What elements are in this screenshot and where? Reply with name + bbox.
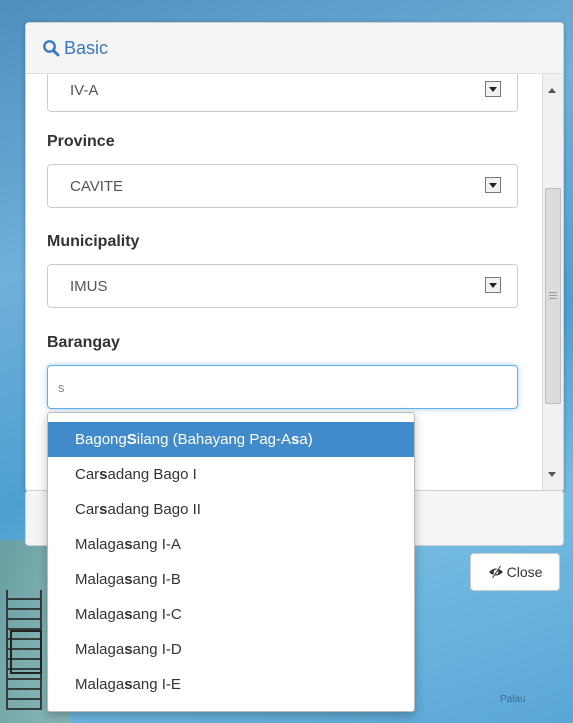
map-grid-box <box>10 630 42 674</box>
suggestion-text-post: adang Bago II <box>107 501 201 518</box>
suggestion-item[interactable]: Malaga s ang I-C <box>48 597 414 632</box>
suggestion-item[interactable]: Malaga s ang I-D <box>48 632 414 667</box>
suggestion-text-pre: Malaga <box>75 536 125 553</box>
suggestion-text-post: ilang (Bahayang Pag-A <box>136 431 292 448</box>
suggestion-text-pre: Car <box>75 466 100 483</box>
suggestion-text-pre: Malaga <box>75 571 125 588</box>
chevron-down-icon[interactable] <box>485 177 501 193</box>
panel-title: Basic <box>64 37 109 58</box>
barangay-input[interactable]: s <box>47 365 518 409</box>
grip-icon <box>549 291 557 299</box>
suggestion-item[interactable]: Car s adang Bago II <box>48 492 414 527</box>
chevron-down-icon[interactable] <box>485 277 501 293</box>
panel-header[interactable]: Basic <box>26 23 563 74</box>
suggestion-text-match: S <box>126 431 137 448</box>
province-select[interactable]: CAVITE <box>47 164 518 208</box>
municipality-select[interactable]: IMUS <box>47 264 518 308</box>
municipality-value: IMUS <box>70 277 108 295</box>
suggestion-text-match: s <box>291 431 300 448</box>
scrollbar-thumb[interactable] <box>545 188 561 404</box>
suggestion-text-pre: Bagong <box>75 431 127 448</box>
province-value: CAVITE <box>70 177 124 195</box>
municipality-label: Municipality <box>47 233 140 250</box>
province-group: Province CAVITE <box>47 133 518 208</box>
region-select[interactable]: IV-A <box>47 74 518 112</box>
scroll-up-icon[interactable] <box>548 88 556 93</box>
panel-scrollbar[interactable] <box>542 74 563 491</box>
barangay-suggestions: Bagong Silang (Bahayang Pag-A s a) Car s ada… <box>47 412 415 712</box>
suggestion-text-match: s <box>124 676 133 693</box>
region-value: IV-A <box>70 81 99 99</box>
suggestion-text-pre: Malaga <box>75 641 125 658</box>
suggestion-text-post: ang I-C <box>132 606 182 623</box>
province-label: Province <box>47 133 115 150</box>
suggestion-item[interactable]: Bagong Silang (Bahayang Pag-A s a) <box>48 422 414 457</box>
barangay-label: Barangay <box>47 334 120 351</box>
suggestion-text-match: s <box>124 606 133 623</box>
suggestion-text-match: s <box>124 536 133 553</box>
scroll-down-icon[interactable] <box>548 472 556 477</box>
close-button-label: Close <box>506 564 543 580</box>
suggestion-text-match: s <box>124 641 133 658</box>
map-place-label: Palau <box>500 694 526 705</box>
barangay-group: Barangay s <box>47 334 518 409</box>
suggestion-text-post: ang I-D <box>132 641 182 658</box>
suggestion-text-post: adang Bago I <box>107 466 197 483</box>
chevron-down-icon[interactable] <box>485 81 501 97</box>
barangay-input-value: s <box>58 379 65 395</box>
suggestion-item[interactable]: Malaga s ang I-A <box>48 527 414 562</box>
suggestion-text-post: a) <box>299 431 313 448</box>
suggestion-text-match: s <box>124 571 133 588</box>
eye-slash-icon <box>488 566 504 578</box>
region-group: IV-A <box>47 74 518 112</box>
close-button[interactable]: Close <box>470 553 560 591</box>
suggestion-text-pre: Malaga <box>75 676 125 693</box>
suggestion-item[interactable]: Malaga s ang I-B <box>48 562 414 597</box>
suggestion-text-match: s <box>99 466 108 483</box>
suggestion-text-pre: Car <box>75 501 100 518</box>
suggestion-text-post: ang I-E <box>132 676 181 693</box>
suggestion-item[interactable]: Car s adang Bago I <box>48 457 414 492</box>
suggestion-text-post: ang I-A <box>132 536 181 553</box>
search-icon <box>42 39 60 57</box>
suggestion-text-pre: Malaga <box>75 606 125 623</box>
municipality-group: Municipality IMUS <box>47 233 518 308</box>
suggestion-item[interactable]: Malaga s ang I-E <box>48 667 414 702</box>
suggestion-text-match: s <box>99 501 108 518</box>
suggestion-text-post: ang I-B <box>132 571 181 588</box>
